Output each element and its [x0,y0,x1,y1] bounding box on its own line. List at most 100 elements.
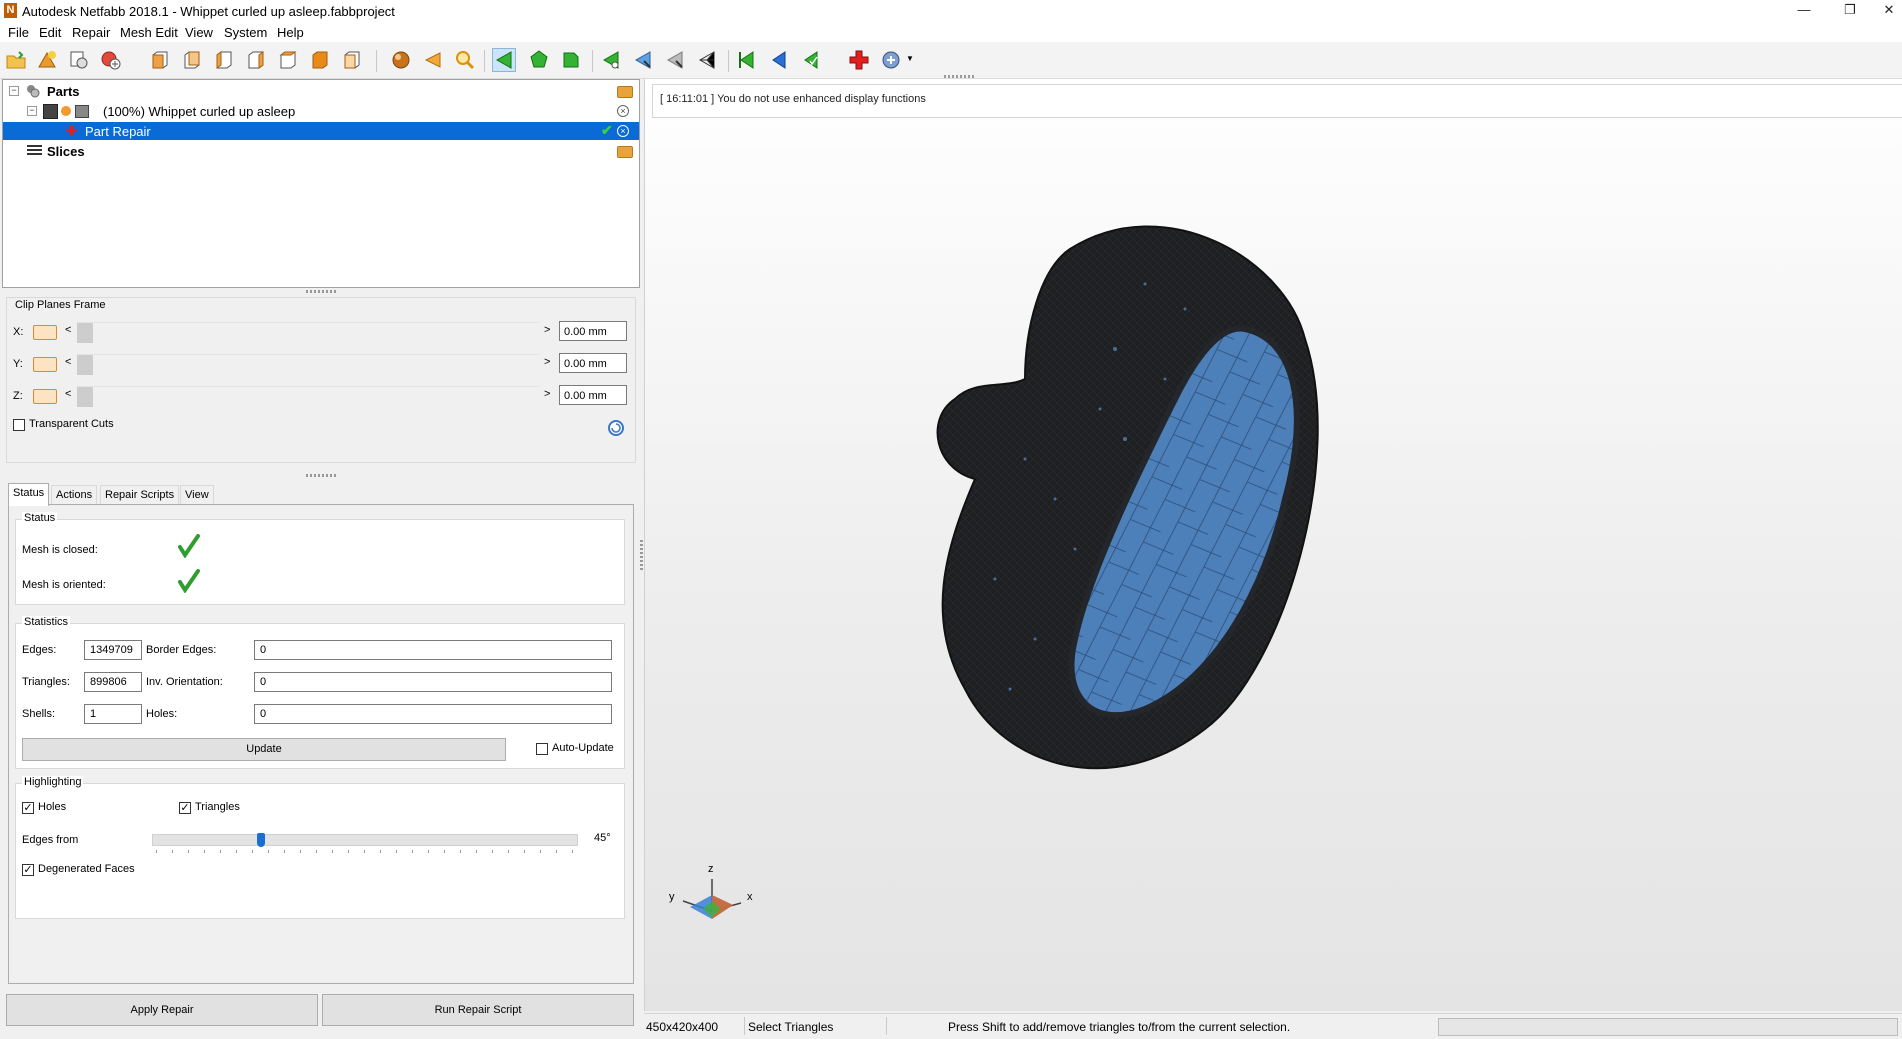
splitter-grip[interactable] [306,474,336,477]
visibility-icon[interactable] [61,106,71,116]
part-label: (100%) Whippet curled up asleep [103,104,296,119]
holes-checkbox[interactable]: ✓ [22,802,34,814]
view-perspective-icon[interactable] [341,49,363,71]
cancel-repair-icon[interactable]: × [617,125,629,137]
wire-triangle-tool-icon[interactable] [696,49,718,71]
close-button[interactable]: ✕ [1866,0,1902,22]
menu-repair[interactable]: Repair [72,25,110,40]
menu-bar: File Edit Repair Mesh Edit View System H… [0,22,1902,42]
slider-left-arrow[interactable]: < [65,356,71,368]
zoom-icon[interactable] [454,49,476,71]
slider-left-arrow[interactable]: < [65,388,71,400]
clip-slider-y[interactable] [77,354,539,375]
folder-open-icon[interactable] [617,86,633,98]
clip-y-input[interactable]: 0.00 mm [559,353,627,373]
clip-plane-toggle-icon[interactable] [33,357,57,372]
degenerated-faces-checkbox[interactable]: ✓ [22,864,34,876]
tab-view[interactable]: View [180,485,214,505]
green-left-arrow-icon[interactable] [736,49,758,71]
slider-right-arrow[interactable]: > [544,324,550,336]
parts-label: Parts [47,84,80,99]
confirm-check-icon[interactable]: ✔ [601,122,613,139]
clip-slider-z[interactable] [77,386,539,407]
select-shell-icon[interactable] [560,49,582,71]
slider-thumb[interactable] [77,387,93,407]
toolbar-separator [484,50,485,72]
edges-from-slider[interactable] [152,833,578,847]
update-button[interactable]: Update [22,738,506,761]
shells-value: 1 [84,704,142,724]
blue-left-arrow-icon[interactable] [768,49,790,71]
clip-plane-toggle-icon[interactable] [33,325,57,340]
auto-update-checkbox[interactable] [536,743,548,755]
repair-options-icon[interactable] [880,49,902,71]
tree-row-parts[interactable]: − Parts [3,82,639,100]
triangles-checkbox[interactable]: ✓ [179,802,191,814]
view-right-icon[interactable] [245,49,267,71]
open-project-icon[interactable] [5,49,27,71]
splitter-grip[interactable] [306,290,336,293]
view-back-icon[interactable] [181,49,203,71]
slider-thumb[interactable] [77,355,93,375]
vertical-splitter-grip[interactable] [640,540,643,570]
tab-status[interactable]: Status [8,483,50,506]
tab-actions[interactable]: Actions [51,485,98,505]
apply-repair-button[interactable]: Apply Repair [6,994,318,1026]
minimize-button[interactable]: — [1781,0,1827,22]
run-repair-script-button[interactable]: Run Repair Script [322,994,634,1026]
import-part-icon[interactable] [68,49,90,71]
slider-right-arrow[interactable]: > [544,356,550,368]
select-surface-icon[interactable] [528,49,550,71]
axis-x-label: x [747,891,753,903]
add-part-icon[interactable] [36,49,58,71]
transparent-cuts-checkbox[interactable] [13,419,25,431]
menu-help[interactable]: Help [277,25,304,40]
tree-row-slices[interactable]: Slices [3,142,639,160]
toolbar-grip[interactable] [944,75,974,78]
collapse-icon[interactable]: − [9,86,19,96]
menu-edit[interactable]: Edit [39,25,61,40]
add-support-icon[interactable] [100,49,122,71]
clip-plane-toggle-icon[interactable] [33,389,57,404]
toolbar-separator [728,50,729,72]
tab-repair-scripts[interactable]: Repair Scripts [100,485,180,505]
slider-right-arrow[interactable]: > [544,388,550,400]
clip-row-z: Z: < > 0.00 mm [11,383,633,411]
remove-part-icon[interactable]: × [617,105,629,117]
edges-from-thumb[interactable] [257,833,265,847]
slider-left-arrow[interactable]: < [65,324,71,336]
green-check-arrow-icon[interactable] [800,49,822,71]
highlighting-title: Highlighting [22,776,84,788]
shaded-sphere-icon[interactable] [390,49,412,71]
orange-arrow-icon[interactable] [422,49,444,71]
mesh-render[interactable] [645,79,1902,1011]
select-triangles-icon[interactable] [492,48,516,72]
view-left-icon[interactable] [213,49,235,71]
clip-x-input[interactable]: 0.00 mm [559,321,627,341]
tree-row-part[interactable]: − (100%) Whippet curled up asleep × [3,102,639,120]
menu-view[interactable]: View [185,25,213,40]
menu-mesh-edit[interactable]: Mesh Edit [120,25,178,40]
red-cross-icon[interactable] [848,49,870,71]
blue-triangle-tool-icon[interactable] [632,49,654,71]
collapse-icon[interactable]: − [27,106,37,116]
dropdown-caret-icon[interactable]: ▼ [906,54,914,63]
menu-file[interactable]: File [8,25,29,40]
grey-triangle-tool-icon[interactable] [664,49,686,71]
view-top-icon[interactable] [277,49,299,71]
clip-z-input[interactable]: 0.00 mm [559,385,627,405]
part-repair-label: Part Repair [85,124,151,139]
toolbar-separator [376,50,377,72]
tree-row-part-repair[interactable]: Part Repair ✔ × [3,122,639,140]
folder-open-icon[interactable] [617,146,633,158]
reset-clip-icon[interactable] [607,419,625,437]
slider-thumb[interactable] [77,323,93,343]
menu-system[interactable]: System [224,25,267,40]
clip-slider-x[interactable] [77,322,539,343]
axis-z-label: z [708,863,714,875]
view-front-icon[interactable] [149,49,171,71]
axis-label: Y: [13,358,23,370]
view-bottom-icon[interactable] [309,49,331,71]
3d-viewport[interactable]: z y x [644,79,1902,1011]
add-triangle-icon[interactable] [600,49,622,71]
